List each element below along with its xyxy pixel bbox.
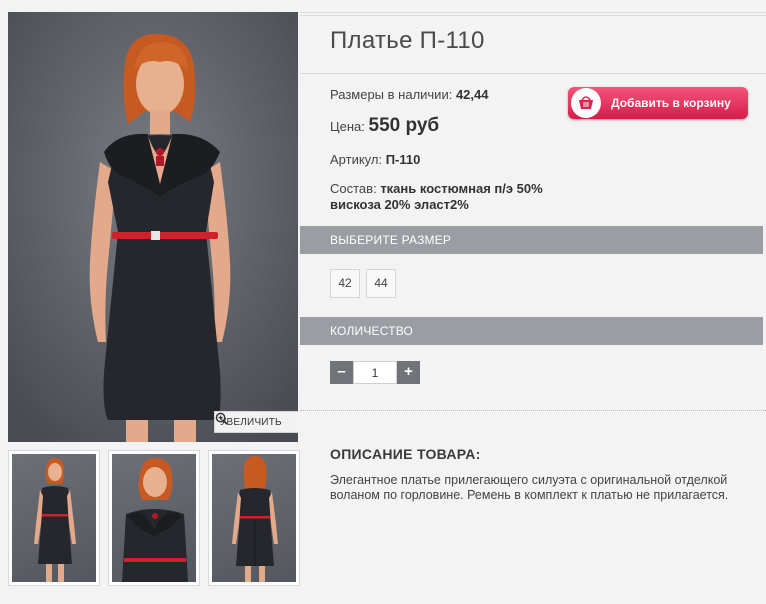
sizes-label: Размеры в наличии: bbox=[330, 87, 453, 102]
price-value: 550 руб bbox=[368, 115, 440, 136]
composition-line1: ткань костюмная п/э 50% bbox=[380, 181, 543, 196]
quantity-input[interactable] bbox=[353, 361, 397, 384]
thumbnail-back[interactable] bbox=[208, 450, 300, 586]
thumbnail-strip bbox=[8, 450, 300, 586]
add-to-cart-button[interactable]: Добавить в корзину bbox=[568, 87, 748, 119]
thumbnail-front[interactable] bbox=[8, 450, 100, 586]
product-page: УВЕЛИЧИТЬ Платье П-110 Размеры в наличии… bbox=[0, 0, 766, 604]
thumbnail-closeup[interactable] bbox=[108, 450, 200, 586]
size-section-header: ВЫБЕРИТЕ РАЗМЕР bbox=[300, 226, 763, 254]
size-option-44[interactable]: 44 bbox=[366, 269, 396, 298]
zoom-button[interactable]: УВЕЛИЧИТЬ bbox=[214, 411, 298, 433]
main-product-photo[interactable]: УВЕЛИЧИТЬ bbox=[8, 12, 298, 442]
thumbnail-front-image bbox=[34, 458, 76, 582]
product-info-panel: Платье П-110 Размеры в наличии: 42,44 Це… bbox=[300, 12, 766, 592]
title-divider bbox=[300, 73, 766, 74]
thumbnail-closeup-image bbox=[122, 458, 188, 582]
description-heading: ОПИСАНИЕ ТОВАРА: bbox=[330, 446, 481, 462]
thumbnail-back-image bbox=[232, 456, 278, 582]
size-option-42[interactable]: 42 bbox=[330, 269, 360, 298]
composition-line2: вискоза 20% эласт2% bbox=[330, 197, 469, 212]
add-to-cart-label: Добавить в корзину bbox=[611, 96, 731, 110]
article-label: Артикул: bbox=[330, 152, 383, 167]
product-title: Платье П-110 bbox=[330, 27, 485, 54]
article-value: П-110 bbox=[385, 152, 421, 167]
sizes-value: 42,44 bbox=[455, 87, 489, 102]
description-divider bbox=[300, 410, 766, 411]
price-row: Цена: 550 руб bbox=[330, 115, 439, 137]
composition-row: Состав: ткань костюмная п/э 50% вискоза … bbox=[330, 181, 543, 213]
zoom-button-label: УВЕЛИЧИТЬ bbox=[220, 416, 282, 428]
top-divider bbox=[300, 12, 766, 16]
sizes-available: Размеры в наличии: 42,44 bbox=[330, 87, 489, 102]
magnifier-plus-icon bbox=[215, 412, 228, 425]
composition-label: Состав: bbox=[330, 181, 377, 196]
quantity-decrease-button[interactable]: – bbox=[330, 361, 353, 384]
description-text: Элегантное платье прилегающего силуэта с… bbox=[330, 473, 729, 502]
article-row: Артикул: П-110 bbox=[330, 152, 420, 167]
basket-icon bbox=[571, 88, 601, 118]
price-label: Цена: bbox=[330, 119, 365, 134]
quantity-increase-button[interactable]: + bbox=[397, 361, 420, 384]
quantity-section-header: КОЛИЧЕСТВО bbox=[300, 317, 763, 345]
model-figure-image bbox=[8, 12, 298, 442]
